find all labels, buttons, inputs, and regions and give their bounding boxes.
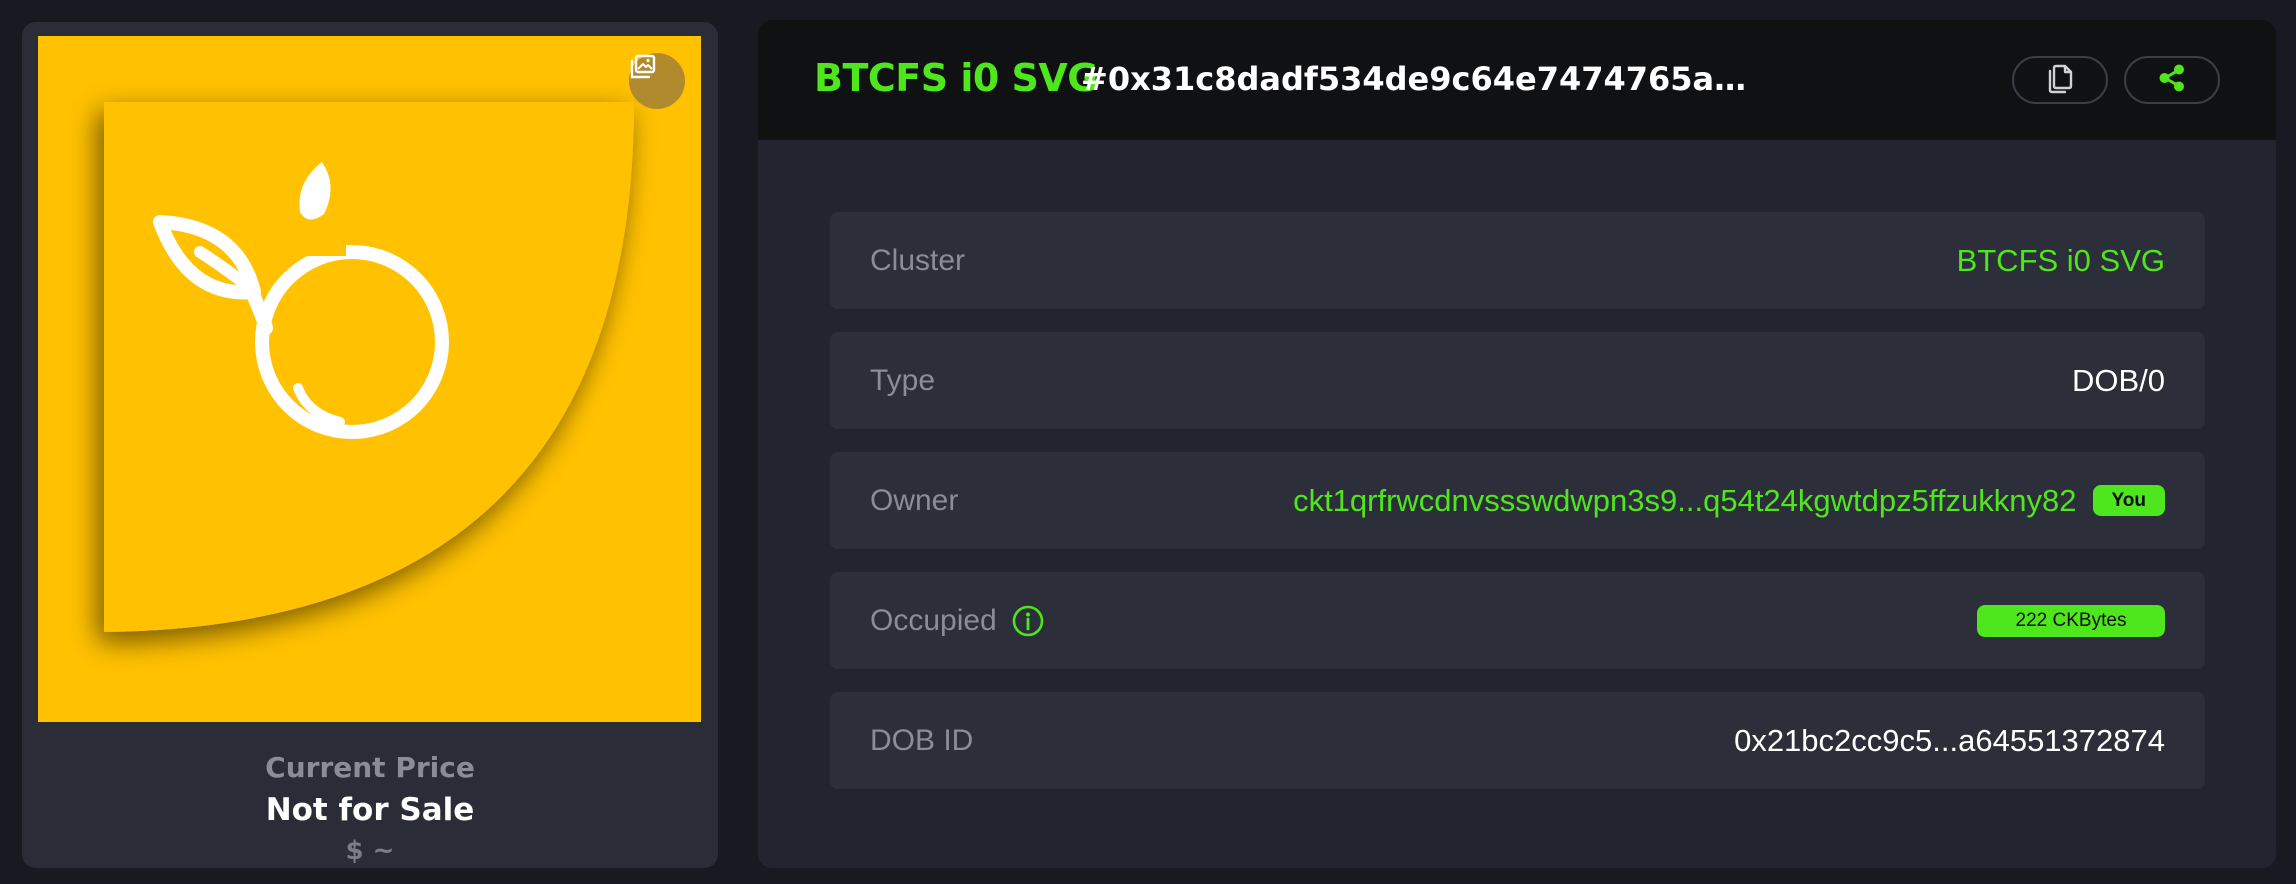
- share-icon: [2156, 62, 2188, 98]
- copy-button[interactable]: [2012, 56, 2108, 104]
- dob-id-value-wrap: 0x21bc2cc9c5...a64551372874: [1734, 692, 2165, 789]
- dob-id-label: DOB ID: [870, 724, 974, 757]
- price-section: Current Price Not for Sale $ ~: [22, 728, 718, 868]
- detail-row-type: Type DOB/0: [830, 332, 2205, 429]
- details-header: BTCFS i0 SVG #0x31c8dadf534de9c64e747476…: [758, 20, 2276, 140]
- nft-card: Current Price Not for Sale $ ~: [22, 22, 718, 868]
- dob-id-value: 0x21bc2cc9c5...a64551372874: [1734, 722, 2165, 758]
- current-price-label: Current Price: [265, 751, 475, 784]
- ckbytes-badge: 222 CKBytes: [1977, 604, 2165, 637]
- price-value: Not for Sale: [265, 792, 475, 828]
- cluster-title[interactable]: BTCFS i0 SVG: [814, 56, 1099, 100]
- type-value: DOB/0: [2071, 362, 2165, 398]
- type-label: Type: [870, 364, 936, 397]
- detail-row-owner: Owner ckt1qrfrwcdnvssswdwpn3s9...q54t24k…: [830, 452, 2205, 549]
- cluster-label: Cluster: [870, 244, 966, 277]
- occupied-value-wrap: 222 CKBytes: [1977, 572, 2165, 669]
- occupied-label: Occupied: [870, 604, 997, 637]
- owner-label: Owner: [870, 484, 959, 517]
- detail-row-cluster: Cluster BTCFS i0 SVG: [830, 212, 2205, 309]
- owner-value-wrap: ckt1qrfrwcdnvssswdwpn3s9...q54t24kgwtdpz…: [1293, 452, 2165, 549]
- artwork-frame: [38, 36, 701, 722]
- detail-row-occupied: Occupied 222 CKBytes: [830, 572, 2205, 669]
- copy-icon: [2045, 62, 2075, 98]
- price-usd: $ ~: [345, 836, 395, 866]
- type-value-wrap: DOB/0: [2072, 332, 2165, 429]
- token-id: #0x31c8dadf534de9c64e7474765a390e63aa0c3…: [1081, 60, 1753, 98]
- details-panel: BTCFS i0 SVG #0x31c8dadf534de9c64e747476…: [758, 20, 2276, 868]
- gallery-button[interactable]: [629, 53, 685, 109]
- you-badge: You: [2092, 485, 2165, 516]
- cluster-link[interactable]: BTCFS i0 SVG: [1957, 243, 2165, 279]
- share-button[interactable]: [2124, 56, 2220, 104]
- detail-row-dob-id: DOB ID 0x21bc2cc9c5...a64551372874: [830, 692, 2205, 789]
- owner-address-link[interactable]: ckt1qrfrwcdnvssswdwpn3s9...q54t24kgwtdpz…: [1293, 483, 2076, 519]
- info-icon[interactable]: [1011, 604, 1045, 638]
- nft-artwork[interactable]: [38, 36, 701, 722]
- artwork-image: [104, 102, 634, 632]
- occupied-label-wrap: Occupied: [870, 572, 1045, 669]
- cluster-value-wrap: BTCFS i0 SVG: [1957, 212, 2165, 309]
